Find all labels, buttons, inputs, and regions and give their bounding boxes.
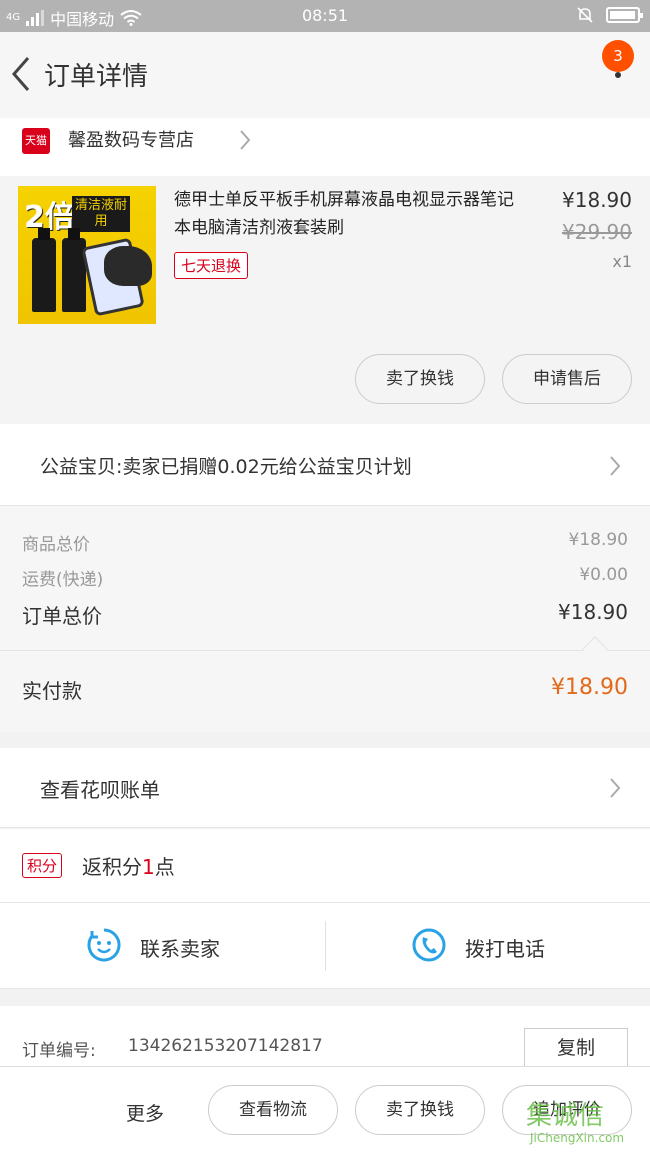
contact-seller-label: 联系卖家	[140, 937, 220, 961]
chat-face-icon	[87, 928, 121, 962]
points-suffix: 点	[154, 855, 175, 879]
store-name[interactable]: 馨盈数码专营店	[68, 126, 194, 152]
amount-paid-row: 实付款 ¥18.90	[0, 650, 650, 732]
bottle-image	[32, 228, 56, 312]
row-label: 商品总价	[22, 535, 90, 555]
original-price: ¥29.90	[562, 220, 632, 244]
call-phone-button[interactable]: 拨打电话	[325, 903, 650, 989]
order-number: 134262153207142817	[128, 1036, 323, 1056]
return-policy-badge: 七天退换	[174, 252, 249, 279]
points-value: 1	[142, 855, 155, 879]
sell-for-cash-button[interactable]: 卖了换钱	[355, 354, 485, 404]
charity-row[interactable]: 公益宝贝:卖家已捐赠0.02元给公益宝贝计划	[0, 424, 650, 506]
row-value: ¥18.90	[558, 600, 628, 624]
price-summary: 商品总价 ¥18.90 运费(快递) ¥0.00 订单总价 ¥18.90	[0, 506, 650, 650]
product-quantity: x1	[612, 252, 632, 271]
battery-level	[610, 11, 635, 19]
cloth-image	[104, 246, 152, 286]
row-label: 订单总价	[22, 604, 102, 628]
phone-icon	[412, 928, 446, 962]
copy-button[interactable]: 复制	[524, 1028, 628, 1068]
order-total-row: 订单总价 ¥18.90	[22, 600, 628, 629]
chevron-right-icon	[610, 778, 621, 798]
row-value: ¥0.00	[579, 565, 628, 585]
product-price: ¥18.90	[562, 188, 632, 212]
charity-text: 公益宝贝:卖家已捐赠0.02元给公益宝贝计划	[40, 456, 412, 478]
paid-amount: ¥18.90	[551, 675, 628, 700]
points-text: 返积分1点	[82, 851, 175, 880]
paid-label: 实付款	[22, 679, 82, 703]
product-thumbnail[interactable]: 2倍 清洁液耐用	[18, 186, 156, 324]
chevron-right-icon	[240, 130, 251, 150]
row-value: ¥18.90	[568, 530, 628, 550]
shipping-row: 运费(快递) ¥0.00	[22, 565, 628, 590]
view-logistics-button[interactable]: 查看物流	[208, 1085, 338, 1135]
points-tag: 积分	[22, 853, 63, 878]
watermark-text: 集诚信	[526, 1101, 605, 1131]
status-bar: 4G 中国移动 08:51	[0, 0, 650, 32]
notification-badge: 3	[602, 40, 634, 72]
battery-icon	[606, 7, 643, 23]
nav-bar: 订单详情 3	[0, 32, 650, 118]
page-title: 订单详情	[44, 62, 149, 92]
row-label: 运费(快递)	[22, 570, 104, 590]
store-header[interactable]: 天猫 馨盈数码专营店	[0, 118, 650, 176]
product-item: 2倍 清洁液耐用 德甲士单反平板手机屏幕液晶电视显示器笔记本电脑清洁剂液套装刷 …	[0, 176, 650, 424]
sell-for-cash-button[interactable]: 卖了换钱	[355, 1085, 485, 1135]
clock: 08:51	[301, 6, 349, 25]
points-row: 积分 返积分1点	[0, 829, 650, 903]
back-arrow-icon[interactable]	[8, 54, 34, 94]
contact-bar: 联系卖家 拨打电话	[0, 903, 650, 989]
goods-total-row: 商品总价 ¥18.90	[22, 530, 628, 555]
contact-seller-button[interactable]: 联系卖家	[0, 903, 325, 989]
request-after-sales-button[interactable]: 申请售后	[502, 354, 632, 404]
order-number-label: 订单编号:	[22, 1041, 96, 1061]
call-phone-label: 拨打电话	[465, 937, 545, 961]
chevron-right-icon	[610, 456, 621, 476]
order-number-row: 订单编号: 134262153207142817 复制	[0, 1006, 650, 1068]
more-actions-button[interactable]: 更多	[126, 1099, 164, 1126]
tmall-logo-icon: 天猫	[22, 128, 50, 154]
bell-off-icon	[577, 7, 593, 23]
product-title[interactable]: 德甲士单反平板手机屏幕液晶电视显示器笔记本电脑清洁剂液套装刷	[174, 186, 524, 242]
huabei-text: 查看花呗账单	[40, 778, 160, 802]
points-prefix: 返积分	[82, 855, 142, 879]
watermark-logo: 集诚信 JiChengXin.com	[518, 1095, 644, 1151]
huabei-bill-row[interactable]: 查看花呗账单	[0, 748, 650, 828]
watermark-subtext: JiChengXin.com	[530, 1131, 625, 1145]
thumbnail-tag: 清洁液耐用	[72, 196, 130, 232]
